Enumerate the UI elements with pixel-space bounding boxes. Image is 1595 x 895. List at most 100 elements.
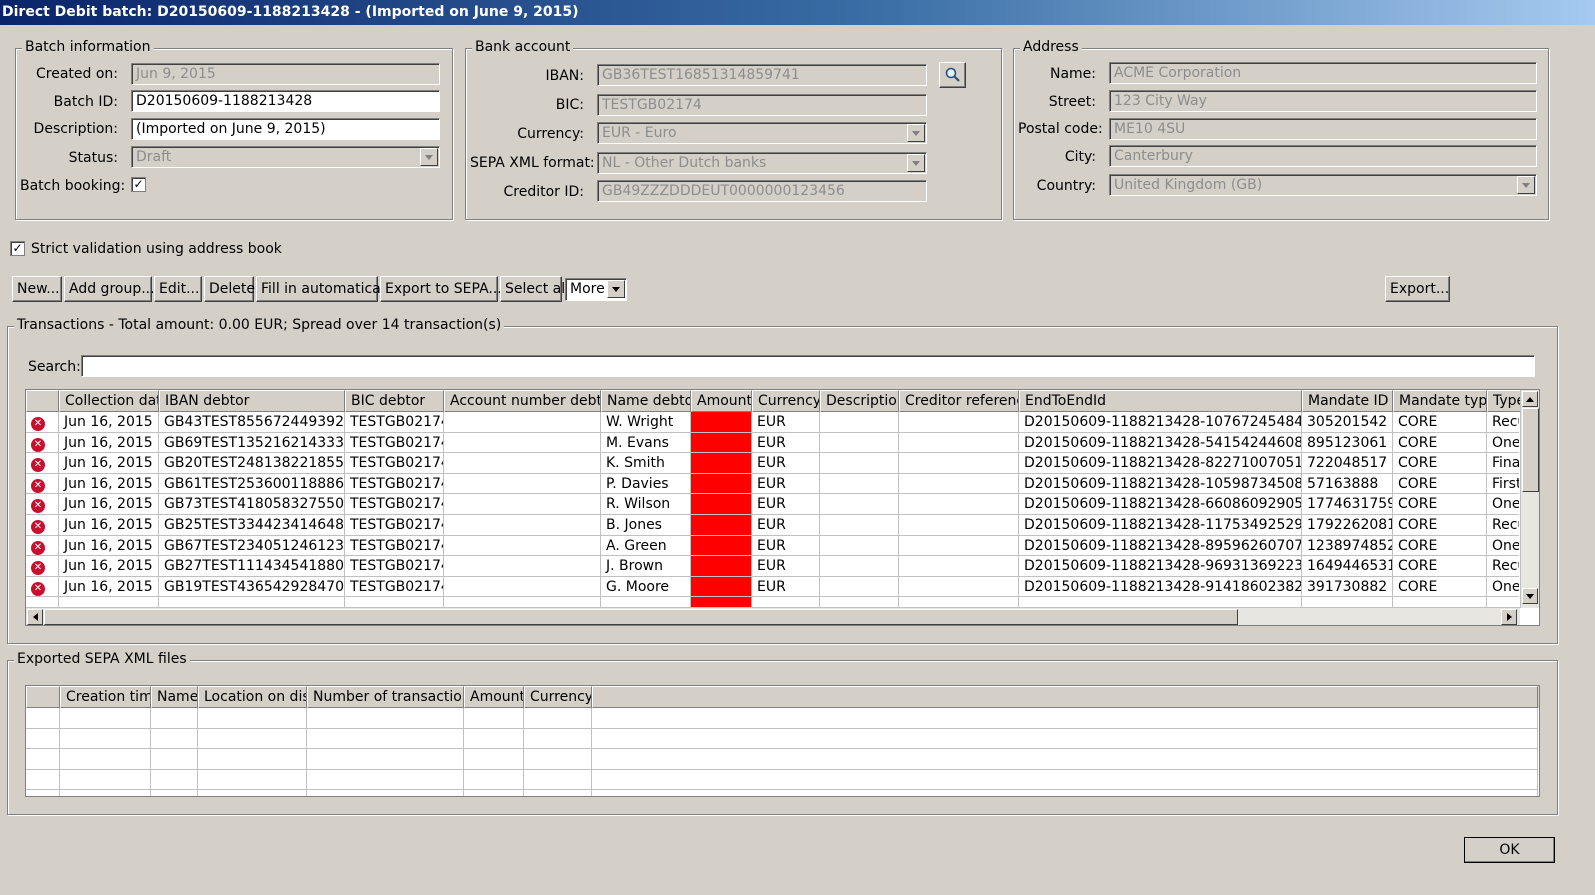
table-cell: TESTGB02174 (345, 535, 444, 557)
column-header[interactable]: Creation time (60, 686, 151, 708)
batch-id-label: Batch ID: (53, 94, 118, 110)
sepa-format-value: NL - Other Dutch banks (602, 155, 767, 171)
column-header[interactable]: Amount (464, 686, 524, 708)
table-cell: 391730882 (1302, 576, 1393, 598)
column-header[interactable]: Account number debtor (444, 390, 601, 412)
table-row[interactable]: ✕ Jun 16, 2015 GB20TEST24813822185568 TESTG… (26, 453, 1519, 474)
new-button[interactable]: New... (12, 276, 62, 302)
error-icon: ✕ (31, 581, 45, 596)
column-header[interactable]: Mandate ID (1302, 390, 1393, 412)
exported-legend: Exported SEPA XML files (14, 651, 190, 667)
ok-button[interactable]: OK (1464, 837, 1555, 863)
empty-row (26, 790, 1539, 796)
table-cell (307, 749, 464, 770)
column-header[interactable]: Mandate type (1393, 390, 1487, 412)
error-icon: ✕ (31, 561, 45, 576)
header-filler (592, 686, 1538, 708)
table-cell (60, 708, 151, 729)
header-status[interactable] (26, 686, 60, 708)
edit-button[interactable]: Edit... (154, 276, 202, 302)
table-row[interactable]: ✕ Jun 16, 2015 GB67TEST23405124612377 TESTG… (26, 535, 1519, 557)
table-row[interactable]: ✕ Jun 16, 2015 GB25TEST33442341464866 TESTG… (26, 514, 1519, 536)
table-row[interactable]: ✕ Jun 16, 2015 GB27TEST11143454188059 TESTG… (26, 556, 1519, 577)
table-cell (899, 453, 1019, 474)
export-button[interactable]: Export... (1385, 276, 1450, 302)
table-row[interactable]: ✕ Jun 16, 2015 GB61TEST25360011888663 TESTG… (26, 473, 1519, 495)
hscroll-thumb[interactable] (44, 609, 1238, 625)
chevron-down-icon (420, 148, 438, 166)
select-all-button[interactable]: Select all (500, 276, 569, 302)
table-cell (820, 432, 899, 454)
amount-cell-invalid (691, 514, 752, 536)
batch-booking-checkbox[interactable]: ✓ (131, 177, 146, 192)
column-header[interactable]: Location on disk (198, 686, 307, 708)
table-cell (899, 473, 1019, 495)
column-header[interactable]: IBAN debtor (159, 390, 345, 412)
column-header[interactable]: Collection date (59, 390, 159, 412)
fill-automatically-button[interactable]: Fill in automatically (256, 276, 397, 302)
table-row[interactable]: ✕ Jun 16, 2015 GB43TEST85567244939297 TESTG… (26, 412, 1519, 433)
table-cell: EUR (752, 412, 820, 433)
chevron-down-icon (1517, 176, 1535, 194)
exported-table[interactable]: Creation timeNameLocation on diskNumber … (25, 685, 1540, 797)
table-cell (26, 749, 60, 770)
header-status[interactable] (26, 390, 59, 412)
name-label: Name: (1049, 66, 1096, 82)
transactions-table[interactable]: Collection dateIBAN debtorBIC debtorAcco… (25, 389, 1540, 626)
table-cell: CORE (1393, 412, 1487, 433)
status-value: Draft (136, 149, 172, 165)
search-input[interactable] (81, 355, 1535, 377)
table-cell: 57163888 (1302, 473, 1393, 495)
column-header[interactable]: EndToEndId (1019, 390, 1302, 412)
description-field[interactable]: (Imported on June 9, 2015) (131, 118, 440, 140)
table-cell (464, 769, 524, 791)
error-icon: ✕ (31, 437, 45, 452)
column-header[interactable]: Name (151, 686, 198, 708)
status-cell: ✕ (26, 494, 59, 515)
column-header[interactable]: Description (820, 390, 899, 412)
iban-search-button[interactable] (939, 62, 966, 88)
table-cell: B. Jones (601, 514, 691, 536)
scroll-right-button[interactable] (1501, 609, 1517, 625)
table-cell: EUR (752, 432, 820, 454)
transactions-vscrollbar[interactable] (1520, 390, 1539, 608)
chevron-down-icon (907, 124, 925, 142)
created-label: Created on: (35, 66, 118, 82)
status-cell: ✕ (26, 473, 59, 495)
table-cell: D20150609-1188213428-10767245484314 (1019, 412, 1302, 433)
delete-button[interactable]: Delete (204, 276, 255, 302)
export-sepa-button[interactable]: Export to SEPA... (380, 276, 502, 302)
table-cell (198, 708, 307, 729)
column-header[interactable]: BIC debtor (345, 390, 444, 412)
transactions-hscrollbar[interactable] (26, 607, 1520, 625)
table-row[interactable]: ✕ Jun 16, 2015 GB73TEST41805832755096 TESTG… (26, 494, 1519, 515)
column-header[interactable]: Currency (752, 390, 820, 412)
batch-id-field[interactable]: D20150609-1188213428 (131, 90, 440, 112)
strict-validation-checkbox[interactable]: ✓ (10, 241, 25, 256)
vscroll-thumb[interactable] (1522, 408, 1539, 492)
table-cell: 305201542 (1302, 412, 1393, 433)
table-cell: 1649446531 (1302, 556, 1393, 577)
more-dropdown[interactable]: More (565, 278, 627, 301)
table-cell: 1792262081 (1302, 514, 1393, 536)
table-cell: CORE (1393, 494, 1487, 515)
column-header[interactable]: Name debtor (601, 390, 691, 412)
column-header[interactable]: Number of transactions (307, 686, 464, 708)
table-cell (444, 576, 601, 598)
table-row[interactable]: ✕ Jun 16, 2015 GB19TEST43654292847074 TESTG… (26, 576, 1519, 598)
iban-label: IBAN: (545, 68, 585, 84)
column-header[interactable]: Currency (524, 686, 592, 708)
city-label: City: (1064, 149, 1096, 165)
table-cell: One- (1487, 577, 1519, 598)
scroll-left-button[interactable] (27, 609, 43, 625)
column-header[interactable]: Creditor reference (899, 390, 1019, 412)
add-group-button[interactable]: Add group... (64, 276, 155, 302)
scroll-down-button[interactable] (1522, 588, 1538, 604)
table-cell (307, 790, 464, 796)
scroll-up-button[interactable] (1522, 391, 1538, 407)
table-row[interactable]: ✕ Jun 16, 2015 GB69TEST13521621433391 TESTG… (26, 432, 1519, 454)
postal-code-label: Postal code: (1018, 121, 1103, 137)
table-cell: 722048517 (1302, 453, 1393, 474)
table-cell (820, 453, 899, 474)
column-header[interactable]: Amount (691, 390, 752, 412)
